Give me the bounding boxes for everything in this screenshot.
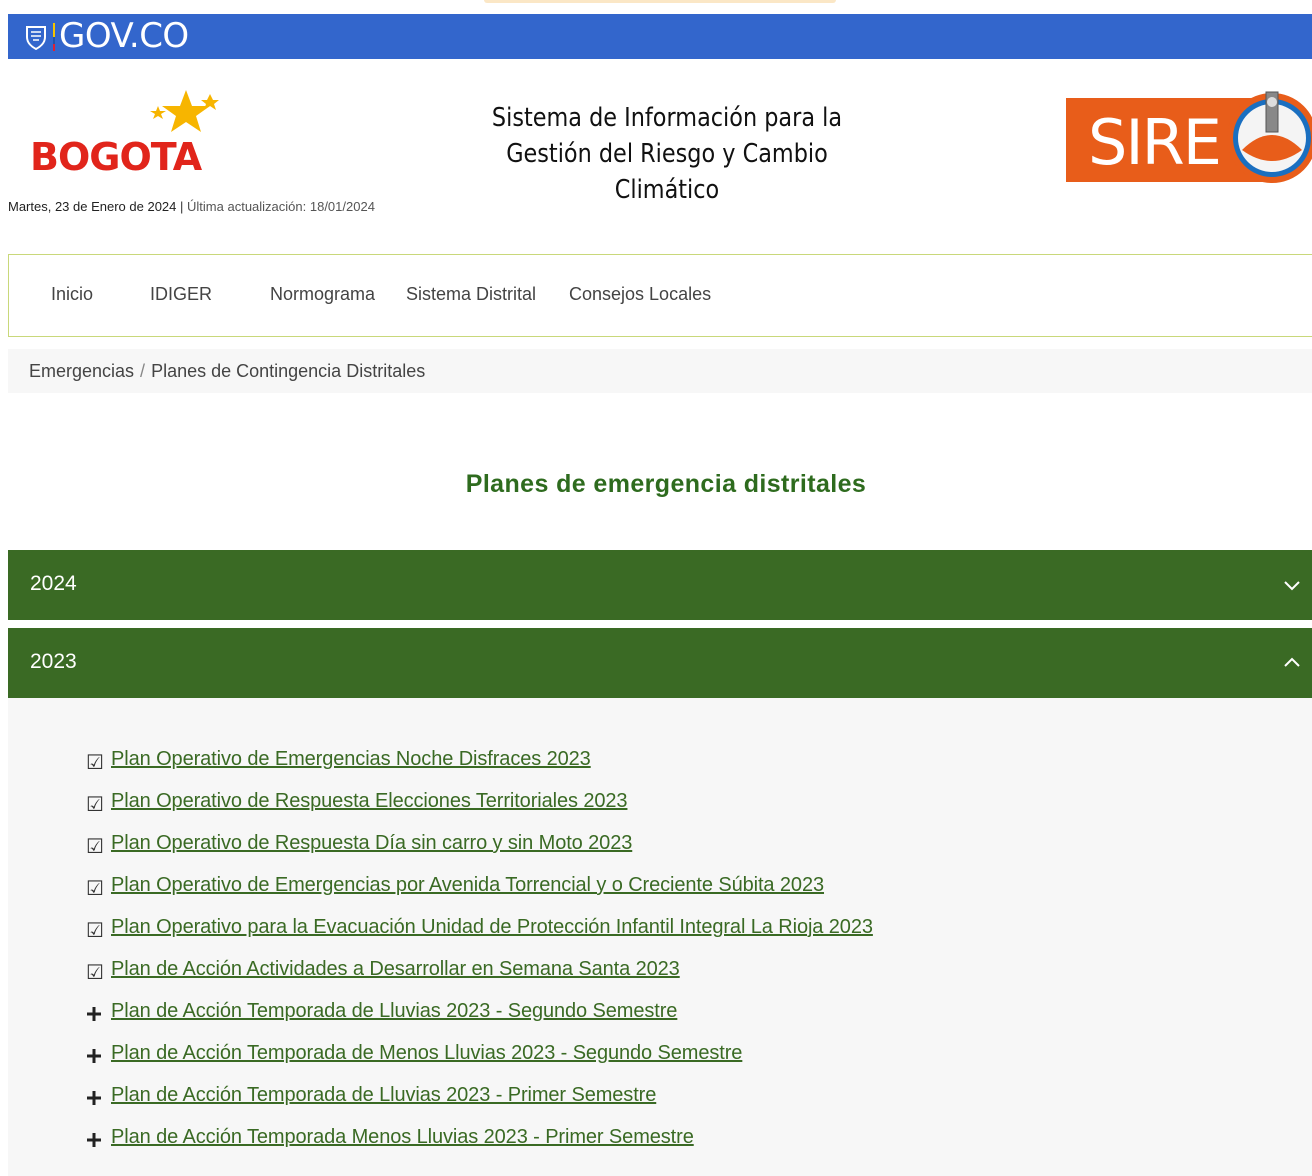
colombia-shield-icon [22, 23, 50, 51]
top-tab-hint [484, 0, 836, 3]
plus-icon[interactable] [86, 1044, 111, 1068]
date-line: Martes, 23 de Enero de 2024 | Última act… [8, 199, 375, 214]
breadcrumb-separator: / [140, 361, 146, 381]
list-item: Plan de Acción Temporada Menos Lluvias 2… [86, 1126, 873, 1168]
site-title-line2: Gestión del Riesgo y Cambio Climático [506, 139, 828, 205]
plan-link[interactable]: Plan de Acción Actividades a Desarrollar… [111, 958, 680, 981]
sire-logo[interactable]: SIRE [1066, 84, 1312, 190]
list-item: Plan de Acción Temporada de Menos Lluvia… [86, 1042, 873, 1084]
bogota-logo-text: BOGOTA [30, 135, 203, 179]
browser-top-strip [0, 0, 1312, 14]
plan-link[interactable]: Plan de Acción Temporada de Lluvias 2023… [111, 1000, 677, 1023]
breadcrumb: Emergencias / Planes de Contingencia Distr… [8, 349, 1312, 393]
plan-link[interactable]: Plan Operativo de Respuesta Día sin carr… [111, 832, 632, 855]
site-title-line1: Sistema de Información para la [491, 103, 843, 133]
plan-link[interactable]: Plan Operativo de Emergencias por Avenid… [111, 874, 824, 897]
checkbox-icon: ☑ [86, 835, 104, 858]
plan-link[interactable]: Plan Operativo para la Evacuación Unidad… [111, 916, 873, 939]
nav-item-idiger[interactable]: IDIGER [150, 284, 212, 305]
accordion-label-2024: 2024 [30, 572, 77, 595]
plan-link[interactable]: Plan de Acción Temporada de Lluvias 2023… [111, 1084, 656, 1107]
plan-link[interactable]: Plan de Acción Temporada de Menos Lluvia… [111, 1042, 742, 1065]
accordion-label-2023: 2023 [30, 650, 77, 673]
plus-icon[interactable] [86, 1086, 111, 1110]
plan-list: ☑ Plan Operativo de Emergencias Noche Dis… [86, 748, 873, 1168]
plan-link[interactable]: Plan de Acción Temporada Menos Lluvias 2… [111, 1126, 694, 1149]
last-update: Última actualización: 18/01/2024 [187, 199, 375, 214]
plus-icon[interactable] [86, 1002, 111, 1026]
checkbox-icon: ☑ [86, 793, 104, 816]
plan-link[interactable]: Plan Operativo de Emergencias Noche Disf… [111, 748, 591, 771]
chevron-down-icon [1282, 575, 1302, 595]
bogota-logo[interactable]: BOGOTA [30, 86, 230, 196]
current-date: Martes, 23 de Enero de 2024 [8, 199, 177, 214]
site-title: Sistema de Información para la Gestión d… [455, 100, 880, 208]
sire-logo-text: SIRE [1088, 106, 1220, 179]
checkbox-icon: ☑ [86, 919, 104, 942]
breadcrumb-emergencias[interactable]: Emergencias [29, 361, 134, 381]
checkbox-icon: ☑ [86, 877, 104, 900]
nav-item-inicio[interactable]: Inicio [51, 284, 93, 305]
checkbox-icon: ☑ [86, 751, 104, 774]
nav-item-consejos-locales[interactable]: Consejos Locales [569, 284, 711, 305]
nav-item-normograma[interactable]: Normograma [270, 284, 375, 305]
accordion-header-2024[interactable]: 2024 [8, 550, 1312, 620]
gov-co-link[interactable]: GOV.CO [59, 14, 189, 59]
page-title: Planes de emergencia distritales [465, 470, 867, 498]
gov-bar: GOV.CO [8, 14, 1312, 59]
list-item: ☑ Plan Operativo para la Evacuación Unida… [86, 916, 873, 958]
list-item: ☑ Plan Operativo de Respuesta Día sin car… [86, 832, 873, 874]
plan-link[interactable]: Plan Operativo de Respuesta Elecciones T… [111, 790, 628, 813]
list-item: ☑ Plan Operativo de Respuesta Elecciones … [86, 790, 873, 832]
flag-divider [53, 22, 55, 51]
main-nav: Inicio IDIGER Normograma Sistema Distrit… [8, 254, 1312, 337]
list-item: ☑ Plan Operativo de Emergencias Noche Dis… [86, 748, 873, 790]
list-item: ☑ Plan Operativo de Emergencias por Aveni… [86, 874, 873, 916]
date-separator: | [180, 199, 184, 214]
accordion-header-2023[interactable]: 2023 [8, 628, 1312, 698]
list-item: Plan de Acción Temporada de Lluvias 2023… [86, 1084, 873, 1126]
chevron-up-icon [1282, 653, 1302, 673]
breadcrumb-current: Planes de Contingencia Distritales [151, 361, 426, 381]
checkbox-icon: ☑ [86, 961, 104, 984]
list-item: ☑ Plan de Acción Actividades a Desarrolla… [86, 958, 873, 1000]
accordion-body-2023: ☑ Plan Operativo de Emergencias Noche Dis… [8, 698, 1312, 1176]
list-item: Plan de Acción Temporada de Lluvias 2023… [86, 1000, 873, 1042]
nav-item-sistema-distrital[interactable]: Sistema Distrital [406, 284, 536, 305]
plus-icon[interactable] [86, 1128, 111, 1152]
